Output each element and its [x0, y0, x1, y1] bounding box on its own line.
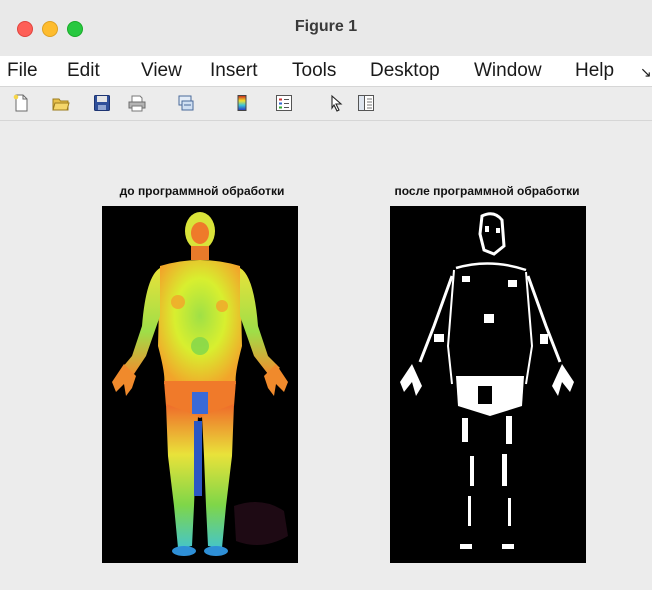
- menu-tools[interactable]: Tools: [292, 60, 336, 82]
- menu-insert[interactable]: Insert: [210, 60, 258, 82]
- menu-file[interactable]: File: [7, 60, 38, 82]
- thermal-image-axes[interactable]: [102, 206, 298, 563]
- figure-toolbar: [0, 87, 652, 121]
- new-figure-icon[interactable]: [12, 94, 30, 112]
- figure-canvas: до программной обработки после программн…: [7, 121, 652, 590]
- menu-view[interactable]: View: [141, 60, 182, 82]
- legend-icon[interactable]: [275, 94, 293, 112]
- link-icon[interactable]: [177, 94, 195, 112]
- menu-bar: File Edit View Insert Tools Desktop Wind…: [0, 56, 652, 87]
- menu-edit[interactable]: Edit: [67, 60, 100, 82]
- title-bar: Figure 1: [0, 0, 652, 56]
- binary-image-axes[interactable]: [390, 206, 586, 563]
- pointer-icon[interactable]: [328, 94, 346, 112]
- thermal-body-image: [112, 212, 288, 556]
- menu-help[interactable]: Help: [575, 60, 614, 82]
- menu-desktop[interactable]: Desktop: [370, 60, 440, 82]
- menu-overflow-icon[interactable]: ↘: [640, 64, 652, 81]
- menu-window[interactable]: Window: [474, 60, 542, 82]
- open-file-icon[interactable]: [52, 94, 70, 112]
- save-icon[interactable]: [93, 94, 111, 112]
- window-title: Figure 1: [294, 18, 358, 35]
- print-icon[interactable]: [128, 94, 146, 112]
- plot-title-after: после программной обработки: [394, 184, 580, 198]
- plot-title-before: до программной обработки: [119, 184, 285, 198]
- binary-body-image: [400, 212, 574, 549]
- property-editor-icon[interactable]: [357, 94, 375, 112]
- colorbar-icon[interactable]: [233, 94, 251, 112]
